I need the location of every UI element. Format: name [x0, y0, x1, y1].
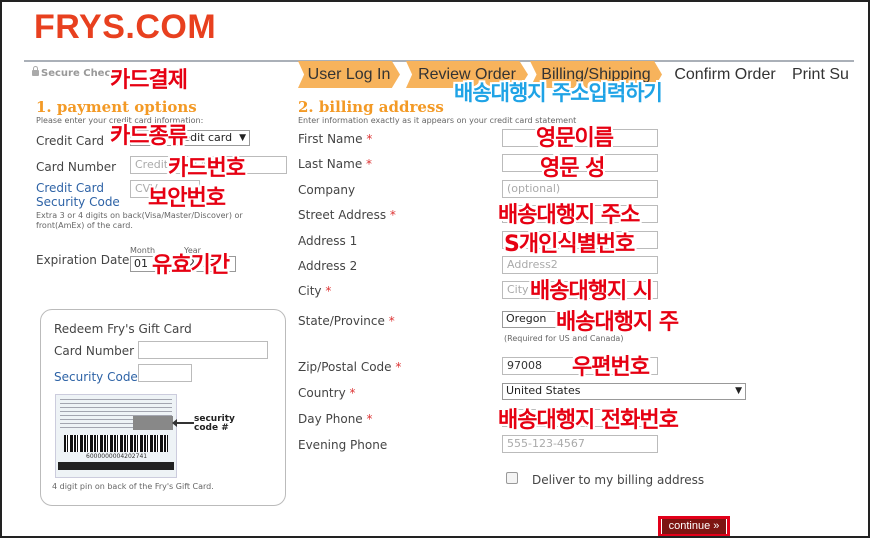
- secure-checkout-text: Secure Check: [41, 68, 118, 79]
- annotation-card-type: 카드종류: [110, 124, 188, 149]
- day-phone-label: Day Phone *: [298, 412, 373, 426]
- day-phone-label-text: Day Phone: [298, 412, 363, 426]
- frys-logo[interactable]: FRYS.COM: [34, 8, 216, 47]
- street-address-label: Street Address *: [298, 208, 396, 222]
- annotation-card-number: 카드번호: [168, 156, 246, 181]
- state-label-text: State/Province: [298, 314, 385, 328]
- city-label-text: City: [298, 284, 322, 298]
- expiration-month-value: 01: [134, 257, 148, 270]
- evening-phone-input[interactable]: 555-123-4567: [502, 435, 658, 453]
- annotation-forwarder-address: 배송대행지 주소: [498, 203, 640, 228]
- required-marker: *: [389, 208, 396, 222]
- credit-card-label: Credit Card: [36, 134, 104, 148]
- arrow-left-icon: [172, 419, 194, 427]
- gift-card-security-label: Security Code: [54, 370, 138, 384]
- company-label: Company: [298, 183, 356, 197]
- checkout-page: FRYS.COM Secure Check User Log In Review…: [0, 0, 870, 538]
- billing-address-title: 2. billing address: [298, 98, 444, 116]
- country-label-text: Country: [298, 386, 346, 400]
- last-name-label: Last Name *: [298, 157, 372, 171]
- gift-card-note: 4 digit pin on back of the Fry's Gift Ca…: [52, 482, 214, 491]
- annotation-expiration: 유효기간: [152, 253, 230, 278]
- zip-label: Zip/Postal Code *: [298, 360, 401, 374]
- required-marker: *: [366, 157, 373, 171]
- annotation-card-payment: 카드결제: [110, 68, 188, 93]
- card-number-label: Card Number: [36, 160, 117, 174]
- city-label: City *: [298, 284, 331, 298]
- gift-card-security-input[interactable]: [138, 364, 192, 382]
- chevron-down-icon: ▼: [239, 133, 246, 143]
- first-name-label: First Name *: [298, 132, 372, 146]
- gift-card-scratch-area: [133, 416, 173, 430]
- company-input[interactable]: (optional): [502, 180, 658, 198]
- payment-options-title: 1. payment options: [36, 98, 197, 116]
- required-marker: *: [366, 412, 373, 426]
- required-marker: *: [395, 360, 402, 374]
- barcode-image: [64, 435, 168, 452]
- security-code-note: Extra 3 or 4 digits on back(Visa/Master/…: [36, 211, 243, 230]
- street-address-label-text: Street Address: [298, 208, 387, 222]
- first-name-label-text: First Name: [298, 132, 363, 146]
- gift-card-number-input[interactable]: [138, 341, 268, 359]
- gift-card-bottom-strip: [58, 462, 174, 470]
- annotation-forwarder-input: 배송대행지 주소입력하기: [454, 81, 663, 105]
- required-marker: *: [366, 132, 373, 146]
- required-marker: *: [349, 386, 356, 400]
- annotation-zip: 우편번호: [572, 355, 650, 380]
- annotation-first-name: 영문이름: [536, 126, 614, 151]
- address1-label: Address 1: [298, 234, 358, 248]
- expiration-date-label: Expiration Date: [36, 253, 130, 267]
- annotation-forwarder-state: 배송대행지 주: [556, 310, 679, 335]
- address2-input[interactable]: Address2: [502, 256, 658, 274]
- address2-label: Address 2: [298, 259, 358, 273]
- country-select[interactable]: United States ▼: [502, 383, 746, 400]
- state-label: State/Province *: [298, 314, 395, 328]
- annotation-forwarder-phone: 배송대행지 전화번호: [498, 408, 679, 433]
- annotation-personal-id: S개인식별번호: [504, 232, 635, 257]
- step-confirm-order: Confirm Order: [674, 66, 776, 83]
- lock-icon: [32, 66, 39, 76]
- security-code-label-line2: Security Code: [36, 195, 120, 209]
- annotation-last-name: 영문 성: [540, 156, 605, 181]
- gift-card-number-label: Card Number: [54, 344, 135, 358]
- chevron-down-icon: ▼: [735, 386, 742, 396]
- deliver-to-billing-label: Deliver to my billing address: [532, 473, 705, 487]
- required-marker: *: [325, 284, 332, 298]
- billing-address-subtitle: Enter information exactly as it appears …: [298, 116, 577, 125]
- deliver-to-billing-checkbox[interactable]: [506, 472, 518, 484]
- secure-checkout-label: Secure Check: [32, 66, 118, 79]
- evening-phone-label: Evening Phone: [298, 438, 388, 452]
- country-select-value: United States: [506, 384, 581, 397]
- state-select-value: Oregon: [506, 312, 547, 325]
- step-print-summary: Print Su: [792, 66, 849, 83]
- security-code-label-line1: Credit Card: [36, 181, 104, 195]
- step-user-login: User Log In: [298, 61, 400, 88]
- required-marker: *: [388, 314, 395, 328]
- barcode-number: 6000000004202741: [86, 453, 148, 460]
- zip-label-text: Zip/Postal Code: [298, 360, 392, 374]
- last-name-label-text: Last Name: [298, 157, 363, 171]
- annotation-security-code: 보안번호: [148, 186, 226, 211]
- security-code-callout: security code #: [194, 414, 235, 433]
- continue-button[interactable]: continue »: [662, 519, 726, 534]
- gift-card-title: Redeem Fry's Gift Card: [54, 322, 192, 336]
- annotation-forwarder-city: 배송대행지 시: [530, 279, 653, 304]
- country-label: Country *: [298, 386, 356, 400]
